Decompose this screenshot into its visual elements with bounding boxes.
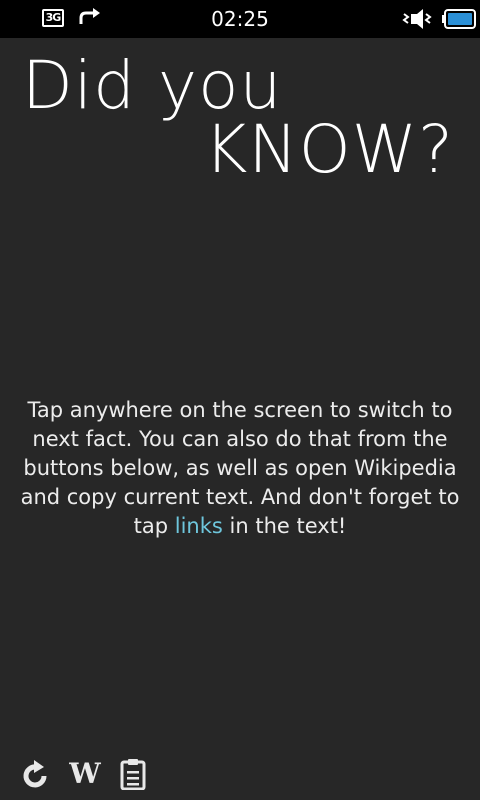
title-know: KNOW? [204, 111, 454, 188]
fact-text: Tap anywhere on the screen to switch to … [14, 396, 466, 541]
fact-text-part2: in the text! [222, 514, 347, 538]
bottom-toolbar: W [0, 750, 480, 800]
vibrate-icon [402, 9, 432, 29]
battery-icon [442, 9, 476, 29]
app-screen[interactable]: 3G 02:25 Did you KNOW? Tap anywhere on t… [0, 0, 480, 800]
clipboard-icon[interactable] [120, 758, 146, 790]
wikipedia-icon[interactable]: W [68, 758, 102, 790]
refresh-icon[interactable] [22, 758, 50, 790]
status-bar: 3G 02:25 [0, 0, 480, 38]
fact-link[interactable]: links [175, 514, 223, 538]
